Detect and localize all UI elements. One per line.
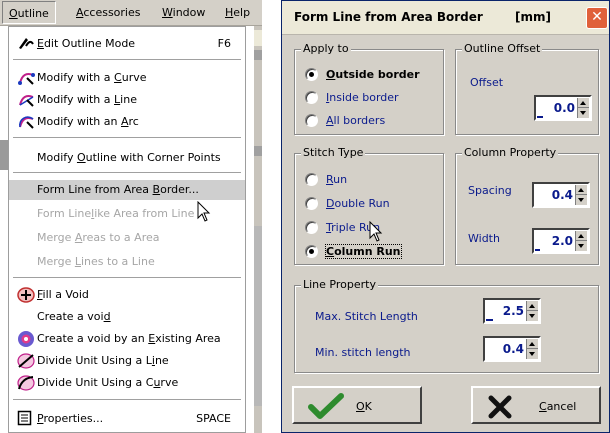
menu-item-divide-unit-line[interactable]: Divide Unit Using a Line [9,351,245,371]
spacing-spinner[interactable]: 0.4 [532,182,590,208]
max-stitch-length-value[interactable]: 2.5 [503,304,524,318]
menu-item-modify-curve[interactable]: Modify with a Curve [9,68,245,88]
spacing-label: Spacing [468,184,512,197]
spacing-value[interactable]: 0.4 [552,188,573,202]
menu-separator [13,137,241,139]
spin-up-icon[interactable] [576,185,587,195]
min-stitch-length-label: Min. stitch length [315,346,411,359]
void-existing-area-icon [17,330,37,348]
menubar: Outline Accessories Window Help [0,0,262,26]
divide-curve-icon [17,374,37,392]
menu-item-properties[interactable]: Properties... SPACE [9,409,245,429]
shortcut-space: SPACE [196,412,231,425]
menu-separator [13,399,241,401]
dialog-titlebar[interactable]: Form Line from Area Border [mm] ✕ [282,1,609,35]
spin-down-icon[interactable] [527,311,538,321]
curve-modify-icon [17,69,37,87]
radio-button[interactable] [305,197,318,210]
fill-void-icon [17,286,37,304]
ok-button[interactable]: OK [292,386,422,424]
mouse-pointer-icon [369,220,383,246]
line-modify-icon [17,91,37,109]
apply-to-group: Apply to Outside border Inside border Al… [294,42,444,135]
radio-button-selected[interactable] [305,245,318,258]
outline-dropdown-menu: Edit Outline Mode F6 Modify with a Curve… [8,26,246,433]
shortcut-f6: F6 [217,37,231,50]
max-stitch-length-spinner[interactable]: 2.5 [483,298,541,324]
spin-down-icon[interactable] [576,241,587,251]
menu-item-divide-unit-curve[interactable]: Divide Unit Using a Curve [9,373,245,393]
menubar-outline[interactable]: Outline [2,1,56,24]
offset-label: Offset [470,76,504,89]
line-property-group: Line Property Max. Stitch Length 2.5 Min… [294,278,599,373]
spin-down-icon[interactable] [576,195,587,205]
checkmark-icon [308,393,344,422]
background-window-edge [254,26,262,433]
column-property-group: Column Property Spacing 0.4 Width 2.0 [455,146,599,265]
dialog-title: Form Line from Area Border [294,10,483,24]
spinner-arrows[interactable] [575,231,587,251]
menubar-accessories[interactable]: Accessories [76,6,140,19]
width-spinner[interactable]: 2.0 [532,228,590,254]
spinner-arrows[interactable] [577,98,589,118]
width-label: Width [468,232,500,245]
unit-label: [mm] [515,10,551,24]
radio-button[interactable] [305,91,318,104]
spin-up-icon[interactable] [576,231,587,241]
outline-menu-screenshot: Outline Accessories Window Help Edit Out… [0,0,262,433]
max-stitch-length-label: Max. Stitch Length [315,310,418,323]
menubar-window[interactable]: Window [162,6,205,19]
arc-modify-icon [17,113,37,131]
radio-button[interactable] [305,173,318,186]
menu-item-modify-outline-corner-points[interactable]: Modify Outline with Corner Points [9,148,245,168]
menubar-help[interactable]: Help [225,6,250,19]
stitch-type-group: Stitch Type Run Double Run Triple Run Co… [294,146,444,265]
spin-down-icon[interactable] [527,349,538,359]
radio-button-selected[interactable] [305,68,318,81]
spinner-arrows[interactable] [526,301,538,321]
properties-icon [17,410,37,428]
menu-item-fill-void[interactable]: Fill a Void [9,285,245,305]
menu-item-create-void[interactable]: Create a void [9,307,245,327]
background-window-edge-left [0,140,8,170]
mouse-pointer-icon [197,200,211,226]
menu-item-create-void-existing-area[interactable]: Create a void by an Existing Area [9,329,245,349]
cross-icon [487,395,513,422]
menu-item-modify-arc[interactable]: Modify with an Arc [9,112,245,132]
menu-item-merge-lines[interactable]: Merge Lines to a Line [9,252,245,272]
cancel-button[interactable]: Cancel [471,386,601,424]
min-stitch-length-value[interactable]: 0.4 [503,342,524,356]
menu-item-modify-line[interactable]: Modify with a Line [9,90,245,110]
close-icon: ✕ [591,9,603,25]
divide-line-icon [17,352,37,370]
spin-down-icon[interactable] [578,108,589,118]
spinner-arrows[interactable] [575,185,587,205]
spin-up-icon[interactable] [527,339,538,349]
spin-up-icon[interactable] [527,301,538,311]
form-line-dialog: Form Line from Area Border [mm] ✕ Apply … [281,0,610,433]
menu-item-edit-outline-mode[interactable]: Edit Outline Mode F6 [9,34,245,54]
edit-outline-icon [17,35,37,53]
menu-separator [13,277,241,279]
close-button[interactable]: ✕ [586,7,608,29]
width-value[interactable]: 2.0 [552,234,573,248]
spinner-arrows[interactable] [526,339,538,359]
menu-item-merge-areas[interactable]: Merge Areas to a Area [9,228,245,248]
radio-button[interactable] [305,114,318,127]
offset-value[interactable]: 0.0 [554,101,575,115]
spin-up-icon[interactable] [578,98,589,108]
menu-separator [13,59,241,61]
menu-item-form-line-from-area-border[interactable]: Form Line from Area Border... [9,180,245,200]
menu-separator [13,172,241,174]
offset-spinner[interactable]: 0.0 [534,95,592,121]
min-stitch-length-spinner[interactable]: 0.4 [483,336,541,362]
outline-offset-group: Outline Offset Offset 0.0 [455,42,599,135]
radio-button[interactable] [305,221,318,234]
